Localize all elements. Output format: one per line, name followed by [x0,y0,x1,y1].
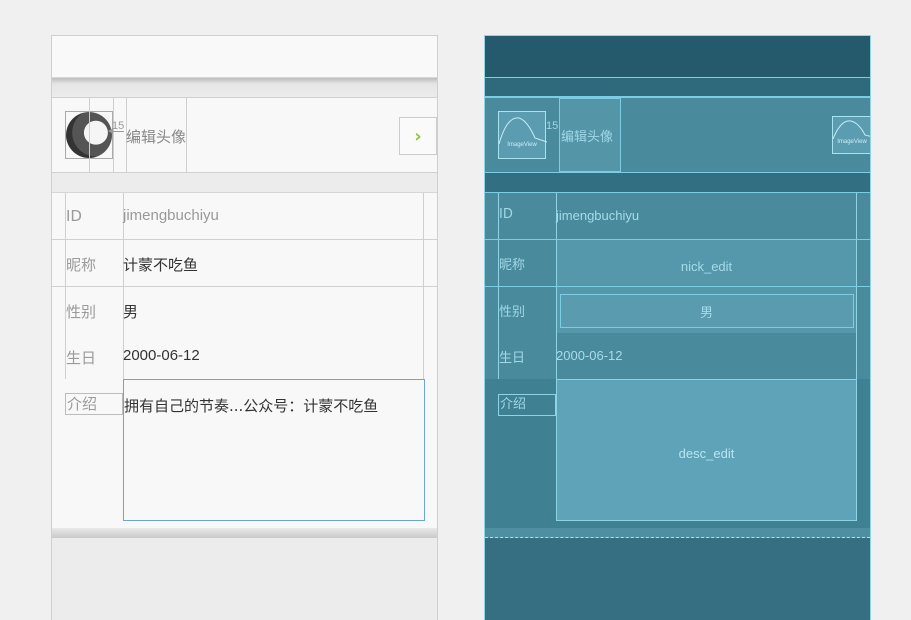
intro-field[interactable]: 拥有自己的节奏...公众号：计蒙不吃鱼 [124,395,378,416]
desc-edit-label: desc_edit [678,446,735,461]
intro-label: 介绍 [65,393,123,415]
edit-avatar-label: 编辑头像 [126,128,187,146]
guide-line [423,193,424,239]
section-gap [52,173,437,193]
row-birthday: 生日 2000-06-12 [52,333,437,380]
imageview-avatar[interactable]: ImageView [498,111,548,159]
imageview-next[interactable]: ImageView [832,116,870,154]
id-value: jimengbuchiyu [123,207,219,224]
bottom-band-outline [485,528,870,538]
birthday-value: 2000-06-12 [556,348,623,363]
avatar-row[interactable]: 15 编辑头像 › [52,97,437,173]
intro-label: 介绍 [498,394,556,416]
id-label: ID [499,207,513,222]
margin-value: 15 [546,120,559,132]
guide-line [423,333,424,379]
birthday-field[interactable]: 2000-06-12 [123,347,200,364]
row-intro-outline: 介绍 desc_edit [485,379,870,529]
blueprint-preview: ImageView 15 编辑头像 ImageView ID jimengbuc… [484,35,871,620]
row-id-outline: ID jimengbuchiyu [485,193,870,240]
nickname-field[interactable]: 计蒙不吃鱼 [123,254,198,275]
nickname-label: 昵称 [499,258,526,273]
row-id: ID jimengbuchiyu [52,193,437,240]
avatar-row-outline[interactable]: ImageView 15 编辑头像 ImageView [485,97,870,173]
next-button[interactable]: › [399,117,437,155]
bottom-area [52,538,437,620]
guide-line [89,98,90,172]
toolbar [52,36,437,78]
row-nickname: 昵称 计蒙不吃鱼 [52,240,437,287]
imageview-label: ImageView [837,139,867,145]
chevron-right-icon: › [414,125,422,147]
row-gender: 性别 男 [52,287,437,334]
toolbar-outline [485,36,870,78]
edit-avatar-label: 编辑头像 [561,130,614,145]
imageview-label: ImageView [507,142,537,148]
bottom-shadow [52,528,437,538]
id-label: ID [66,207,82,225]
id-value: jimengbuchiyu [556,208,640,223]
gender-field[interactable]: 男 [123,301,138,322]
gender-value: 男 [699,305,713,320]
section-gap-outline [485,173,870,193]
band-outline [485,78,870,97]
row-intro: 介绍 拥有自己的节奏...公众号：计蒙不吃鱼 [52,379,437,529]
birthday-label: 生日 [499,351,526,366]
nickname-label: 昵称 [66,256,97,274]
gender-label: 性别 [499,305,526,320]
toolbar-shadow [52,78,437,98]
birthday-label: 生日 [66,349,97,367]
bottom-area-outline [485,538,870,620]
image-placeholder-icon [498,117,548,145]
gender-label: 性别 [66,303,97,321]
row-nickname-outline: 昵称 nick_edit [485,240,870,287]
guide-line [186,98,187,172]
row-gender-outline: 性别 男 [485,287,870,334]
row-birthday-outline: 生日 2000-06-12 [485,333,870,380]
design-preview: 15 编辑头像 › ID jimengbuchiyu 昵称 计蒙不吃鱼 性别 男… [51,35,438,620]
margin-arrow-icon [108,128,124,134]
guide-line [113,98,114,172]
nick-edit-label: nick_edit [680,259,733,274]
guide-line [423,240,424,286]
guide-line [423,287,424,333]
image-placeholder-icon [832,120,870,140]
